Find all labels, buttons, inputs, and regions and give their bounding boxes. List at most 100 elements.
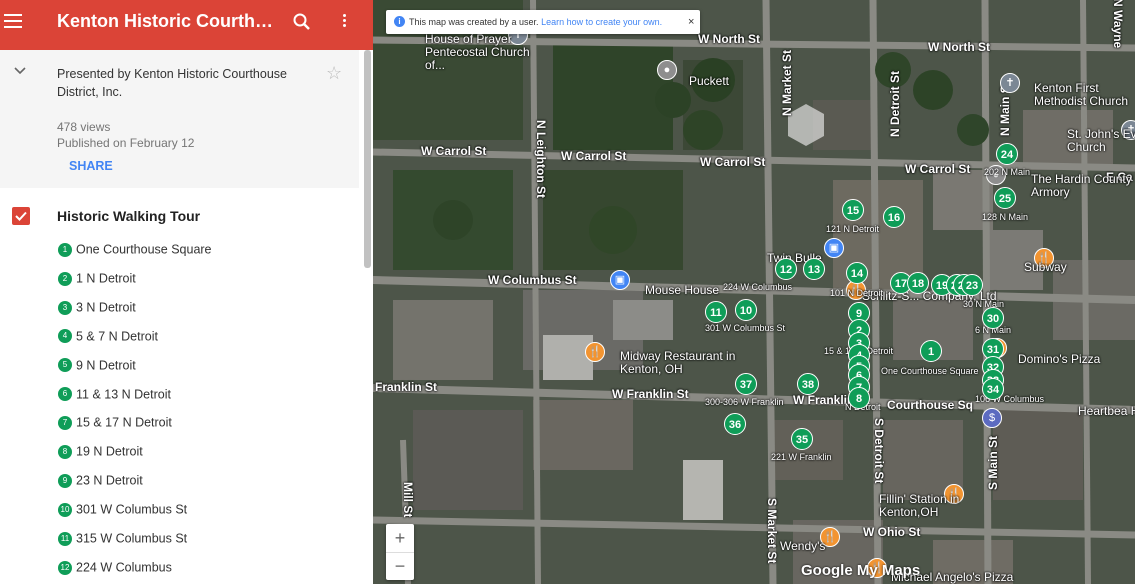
list-item[interactable]: 12 224 W Columbus (58, 560, 172, 582)
address-label: 221 W Franklin (771, 452, 832, 462)
list-item[interactable]: 2 1 N Detroit (58, 271, 136, 293)
tour-marker[interactable]: 23 (961, 274, 983, 296)
tour-marker[interactable]: 30 (982, 307, 1004, 329)
pin-icon[interactable]: ● (657, 60, 677, 80)
list-item-label: One Courthouse Square (76, 242, 212, 257)
road-label: N Detroit St (888, 71, 902, 137)
list-item-label: 224 W Columbus (76, 560, 172, 575)
tour-marker[interactable]: 36 (724, 413, 746, 435)
tour-marker[interactable]: 34 (982, 378, 1004, 400)
list-item[interactable]: 9 23 N Detroit (58, 473, 143, 495)
list-item-label: 9 N Detroit (76, 358, 136, 373)
marker-number-icon: 10 (58, 502, 72, 517)
close-icon[interactable]: × (688, 10, 694, 34)
chevron-down-icon[interactable] (14, 64, 26, 76)
marker-number-icon: 3 (58, 300, 72, 315)
list-item[interactable]: 5 9 N Detroit (58, 358, 136, 380)
map-info-panel: Presented by Kenton Historic Courthouse … (0, 50, 359, 188)
address-label: 128 N Main (982, 212, 1029, 222)
marker-number-icon: 7 (58, 416, 72, 431)
sidebar: Kenton Historic Courthou... Presented by… (0, 0, 373, 584)
place-label: Midway Restaurant in Kenton, OH (620, 349, 736, 376)
road-label: W Columbus St (488, 273, 577, 287)
list-item-label: 15 & 17 N Detroit (76, 416, 172, 431)
zoom-control: + − (386, 524, 414, 580)
learn-link[interactable]: Learn how to create your own. (541, 17, 662, 27)
tour-marker[interactable]: 10 (735, 299, 757, 321)
lock-icon[interactable]: ▣ (610, 270, 630, 290)
address-label: 224 W Columbus (723, 282, 793, 292)
place-label: Mouse House (645, 283, 720, 297)
place-label: House of Prayer Pentecostal Church of... (425, 32, 530, 72)
road-label: W North St (928, 40, 990, 54)
tour-marker[interactable]: 11 (705, 301, 727, 323)
address-label: 301 W Columbus St (705, 323, 786, 333)
marker-number-icon: 12 (58, 560, 72, 575)
list-item[interactable]: 10 301 W Columbus St (58, 502, 187, 524)
bank-icon[interactable]: $ (982, 408, 1002, 428)
tour-marker[interactable]: 24 (996, 143, 1018, 165)
list-item-label: 315 W Columbus St (76, 531, 188, 546)
tour-marker[interactable]: 14 (846, 262, 868, 284)
place-label: Heartbea Hardin Cou (1078, 404, 1135, 418)
share-button[interactable]: SHARE (69, 159, 113, 173)
more-options-icon[interactable] (336, 12, 352, 32)
restaurant-icon[interactable]: 🍴 (585, 342, 605, 362)
marker-number-icon: 9 (58, 473, 72, 488)
road-label: N Leighton St (534, 120, 548, 198)
list-item-label: 301 W Columbus St (76, 502, 188, 517)
info-icon: i (394, 16, 405, 27)
road-label: W Carrol St (421, 144, 487, 158)
marker-number-icon: 8 (58, 445, 72, 459)
tour-marker[interactable]: 13 (803, 258, 825, 280)
google-my-maps-logo: Google My Maps (801, 562, 921, 579)
road-label: Mill St (401, 482, 415, 518)
tour-marker[interactable]: 35 (791, 428, 813, 450)
place-label: Puckett (689, 74, 730, 88)
tour-marker[interactable]: 18 (907, 272, 929, 294)
tour-marker[interactable]: 38 (797, 373, 819, 395)
marker-number-icon: 2 (58, 271, 72, 286)
road-label: N Market St (780, 49, 794, 116)
place-label: Wendy's (780, 539, 826, 553)
satellite-imagery (373, 0, 1135, 584)
zoom-out-button[interactable]: − (386, 552, 414, 580)
tour-marker[interactable]: 25 (994, 187, 1016, 209)
list-item-label: 5 & 7 N Detroit (76, 329, 158, 344)
place-label: Subway (1024, 260, 1067, 274)
address-label: 300-306 W Franklin (705, 397, 784, 407)
list-item[interactable]: 4 5 & 7 N Detroit (58, 329, 158, 351)
marker-number-icon: 5 (58, 358, 72, 373)
address-label: One Courthouse Square (881, 366, 979, 376)
tour-marker[interactable]: 1 (920, 340, 942, 362)
road-label: W North St (698, 32, 760, 46)
layer-title: Historic Walking Tour (57, 208, 201, 224)
tour-marker[interactable]: 16 (883, 206, 905, 228)
star-icon[interactable]: ☆ (326, 64, 342, 82)
map-canvas[interactable]: W North St W North St W Carrol St W Carrol … (373, 0, 1135, 584)
list-item[interactable]: 1 One Courthouse Square (58, 242, 212, 264)
road-label: S Main St (986, 435, 1000, 490)
sidebar-scrollbar[interactable] (364, 50, 371, 268)
list-item[interactable]: 8 19 N Detroit (58, 444, 143, 466)
list-item-label: 19 N Detroit (76, 445, 143, 459)
layer-checkbox[interactable] (12, 207, 30, 225)
tour-marker[interactable]: 37 (735, 373, 757, 395)
layer-header: Historic Walking Tour (0, 200, 359, 232)
zoom-in-button[interactable]: + (386, 524, 414, 553)
place-label: Domino's Pizza (1018, 352, 1101, 366)
list-item[interactable]: 3 3 N Detroit (58, 300, 136, 322)
menu-icon[interactable] (4, 10, 26, 32)
place-label: Kenton First Methodist Church (1034, 81, 1129, 108)
lock-icon[interactable]: ▣ (824, 238, 844, 258)
road-label: W Carrol St (905, 162, 971, 176)
tour-marker[interactable]: 12 (775, 258, 797, 280)
search-icon[interactable] (292, 12, 312, 32)
list-item[interactable]: 6 11 & 13 N Detroit (58, 387, 171, 409)
cross-icon[interactable]: ✝ (1000, 73, 1020, 93)
tour-marker[interactable]: 15 (842, 199, 864, 221)
list-item[interactable]: 7 15 & 17 N Detroit (58, 415, 172, 437)
marker-number-icon: 4 (58, 329, 72, 344)
tour-marker[interactable]: 8 (848, 387, 870, 409)
list-item[interactable]: 11 315 W Columbus St (58, 531, 187, 553)
